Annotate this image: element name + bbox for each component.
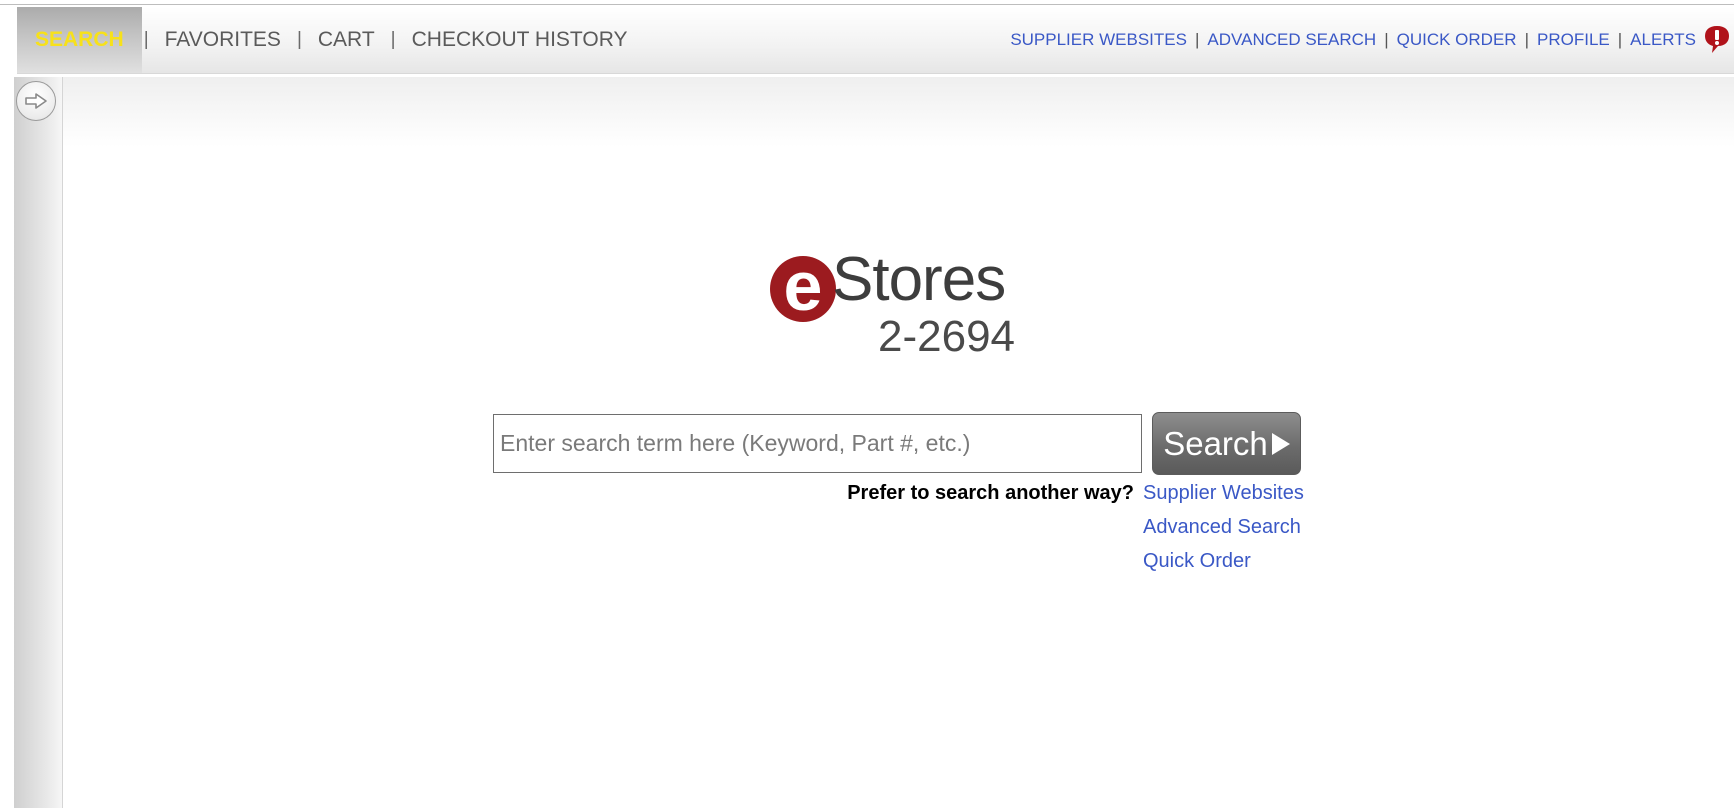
tab-checkout-history[interactable]: CHECKOUT HISTORY [398, 7, 642, 73]
content-header-shade [63, 77, 1734, 147]
advanced-search-link[interactable]: ADVANCED SEARCH [1207, 30, 1376, 50]
store-code: 2-2694 [878, 312, 1016, 361]
nav-separator: | [1194, 30, 1200, 49]
alt-link-quick-order[interactable]: Quick Order [1143, 550, 1251, 573]
tab-favorites[interactable]: FAVORITES [151, 7, 295, 73]
search-input[interactable] [493, 414, 1142, 473]
tab-search[interactable]: SEARCH [17, 7, 142, 73]
tab-cart-label: CART [317, 28, 375, 51]
profile-link[interactable]: PROFILE [1537, 30, 1610, 50]
search-button[interactable]: Search [1152, 412, 1301, 475]
play-triangle-icon [1271, 432, 1290, 455]
tab-cart[interactable]: CART [304, 7, 389, 73]
primary-nav: SEARCH | FAVORITES | CART | CHECKOUT HIS… [17, 7, 642, 73]
quick-order-link[interactable]: QUICK ORDER [1397, 30, 1517, 50]
logo-word: Stores [832, 245, 1006, 314]
alternative-search-prompt: Prefer to search another way? [847, 482, 1134, 504]
secondary-nav: SUPPLIER WEBSITES | ADVANCED SEARCH | QU… [1010, 7, 1734, 73]
tab-favorites-label: FAVORITES [164, 28, 281, 51]
estores-logo: e Stores 2-2694 [770, 245, 1030, 361]
top-navigation-bar: SEARCH | FAVORITES | CART | CHECKOUT HIS… [17, 7, 1734, 74]
alerts-link[interactable]: ALERTS [1630, 30, 1696, 50]
nav-separator: | [1524, 30, 1529, 49]
nav-separator: | [1617, 30, 1623, 49]
tab-checkout-history-label: CHECKOUT HISTORY [411, 28, 628, 51]
collapsed-sidebar [14, 77, 63, 808]
nav-separator: | [296, 29, 302, 50]
nav-separator: | [390, 29, 396, 50]
nav-separator: | [143, 29, 149, 50]
expand-sidebar-button[interactable] [16, 81, 56, 121]
nav-separator: | [1384, 30, 1389, 49]
alert-exclamation-icon[interactable] [1704, 25, 1730, 55]
logo-e-badge: e [770, 247, 836, 325]
alt-link-supplier-websites[interactable]: Supplier Websites [1143, 482, 1304, 505]
top-border [0, 4, 1734, 5]
supplier-websites-link[interactable]: SUPPLIER WEBSITES [1010, 30, 1187, 50]
tab-search-label: SEARCH [35, 28, 124, 51]
alt-link-advanced-search[interactable]: Advanced Search [1143, 516, 1301, 539]
search-button-label: Search [1163, 424, 1268, 462]
arrow-right-icon [25, 93, 47, 109]
logo-letter: e [783, 247, 823, 325]
